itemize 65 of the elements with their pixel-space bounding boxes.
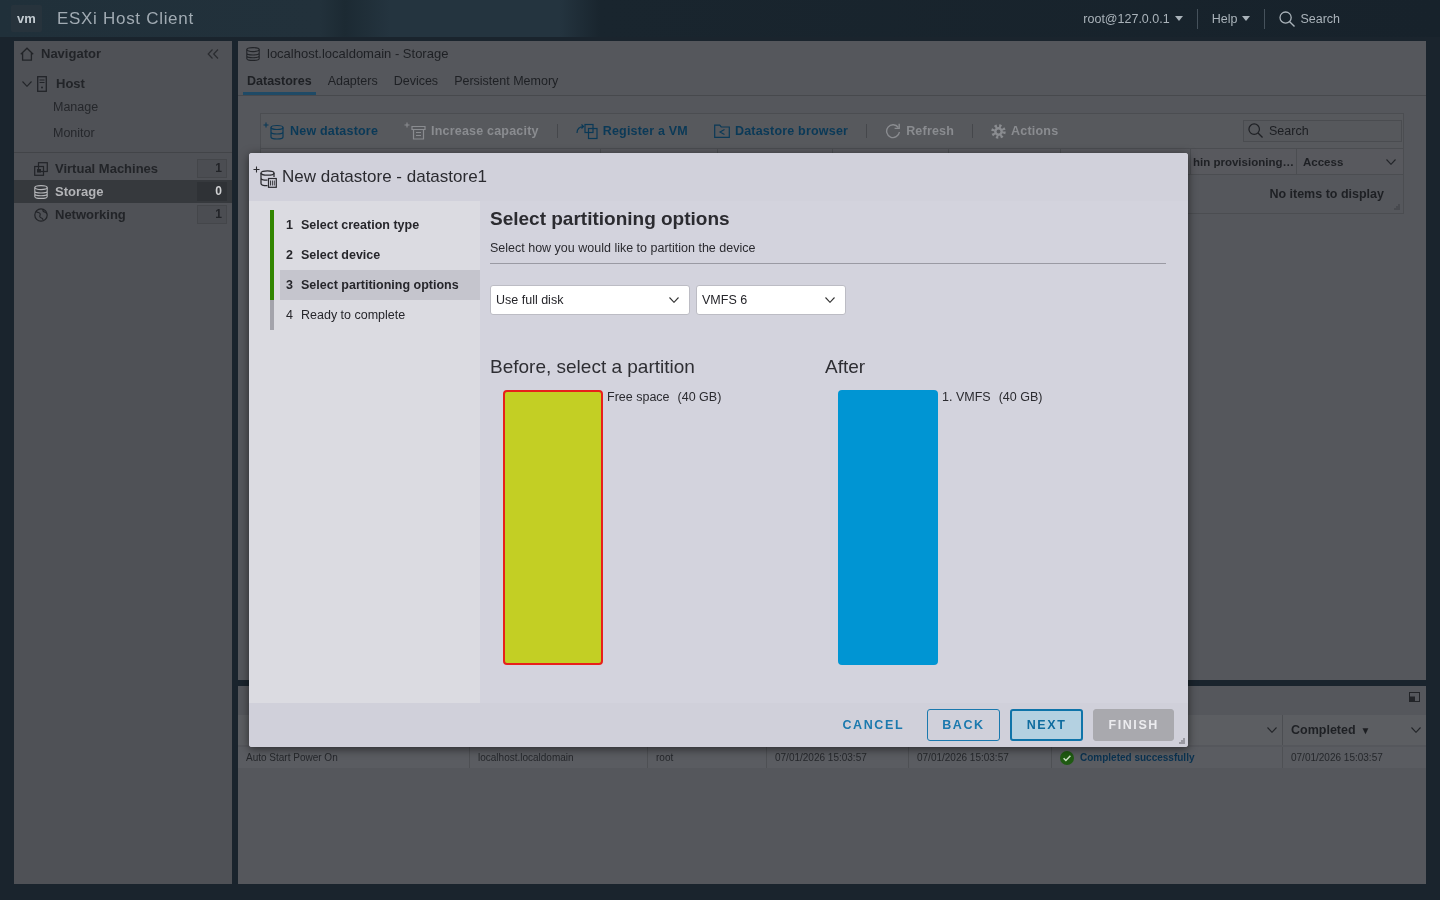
partition-block[interactable] <box>503 390 603 665</box>
check-circle-icon <box>1060 750 1074 765</box>
server-icon <box>37 75 47 92</box>
chevron-down-icon <box>669 297 679 303</box>
nav-item[interactable]: Storage 0 <box>14 180 232 203</box>
column-header[interactable]: Completed <box>1291 723 1356 737</box>
count-badge: 0 <box>197 182 227 201</box>
tab[interactable]: Datastores <box>243 66 316 95</box>
caret-icon <box>1174 16 1183 21</box>
collapse-icon[interactable] <box>207 48 219 59</box>
column-header[interactable]: hin provisioning… <box>1191 149 1297 174</box>
chevron-down-icon[interactable] <box>22 80 32 87</box>
partition-name: 1. VMFS <box>942 390 991 404</box>
chevron-down-icon <box>1386 158 1396 165</box>
box-plus-icon <box>404 122 427 140</box>
home-icon <box>20 46 34 61</box>
help-menu[interactable]: Help <box>1211 11 1251 26</box>
chevron-down-icon[interactable] <box>1267 727 1277 733</box>
panel-title: localhost.localdomain - Storage <box>267 46 449 61</box>
globe-icon <box>34 207 48 222</box>
chevron-down-icon[interactable] <box>1411 727 1421 733</box>
partition-size: (40 GB) <box>998 390 1043 404</box>
page-description: Select how you would like to partition the device <box>490 241 757 255</box>
gear-icon <box>991 123 1007 139</box>
logo: vm <box>11 5 42 32</box>
chevron-down-icon <box>825 297 835 303</box>
database-icon <box>246 46 260 61</box>
dialog-button[interactable]: BACK <box>927 709 1000 741</box>
toolbar-button[interactable]: New datastore <box>263 122 379 140</box>
toolbar-button[interactable]: Register a VM <box>575 122 688 140</box>
section-title: Before, select a partition <box>490 356 696 378</box>
empty-message: No items to display <box>1269 187 1384 201</box>
column-header[interactable]: Access <box>1297 149 1403 174</box>
dialog-title: New datastore - datastore1 <box>282 167 488 187</box>
tab[interactable]: Persistent Memory <box>450 66 563 95</box>
user-menu[interactable]: root@127.0.0.1 <box>1083 11 1183 26</box>
database-plus-icon <box>263 122 285 140</box>
tab[interactable]: Devices <box>389 66 443 95</box>
dropdown[interactable]: VMFS 6 <box>696 285 846 315</box>
caret-icon <box>1242 16 1251 21</box>
status-link[interactable]: Completed successfully <box>1080 752 1195 763</box>
arrow-boxes-icon <box>575 122 598 140</box>
search-field[interactable]: Search <box>1243 120 1402 142</box>
dropdown[interactable]: Use full disk <box>490 285 690 315</box>
wizard-step[interactable]: 3 Select partitioning options <box>270 270 480 300</box>
partition-size: (40 GB) <box>677 390 722 404</box>
folder-icon <box>713 124 730 138</box>
resize-grip-icon[interactable] <box>1179 738 1185 744</box>
page-heading: Select partitioning options <box>490 208 731 230</box>
toolbar-button[interactable]: Datastore browser <box>713 124 849 138</box>
virtual-machines-icon <box>34 161 48 176</box>
refresh-icon <box>885 123 902 139</box>
search-button[interactable]: Search <box>1279 10 1340 27</box>
app-title: ESXi Host Client <box>57 8 194 29</box>
database-plus-icon <box>253 166 277 188</box>
dialog-button[interactable]: CANCEL <box>829 709 918 741</box>
restore-icon[interactable] <box>1409 692 1420 702</box>
section-title: After <box>825 356 867 378</box>
search-icon <box>1248 123 1263 138</box>
dialog-button[interactable]: NEXT <box>1009 709 1084 741</box>
search-icon <box>1279 10 1296 27</box>
tab[interactable]: Adapters <box>323 66 382 95</box>
database-icon <box>34 184 48 199</box>
partition-name: Free space <box>607 390 670 404</box>
sort-indicator: ▼ <box>1360 724 1371 736</box>
